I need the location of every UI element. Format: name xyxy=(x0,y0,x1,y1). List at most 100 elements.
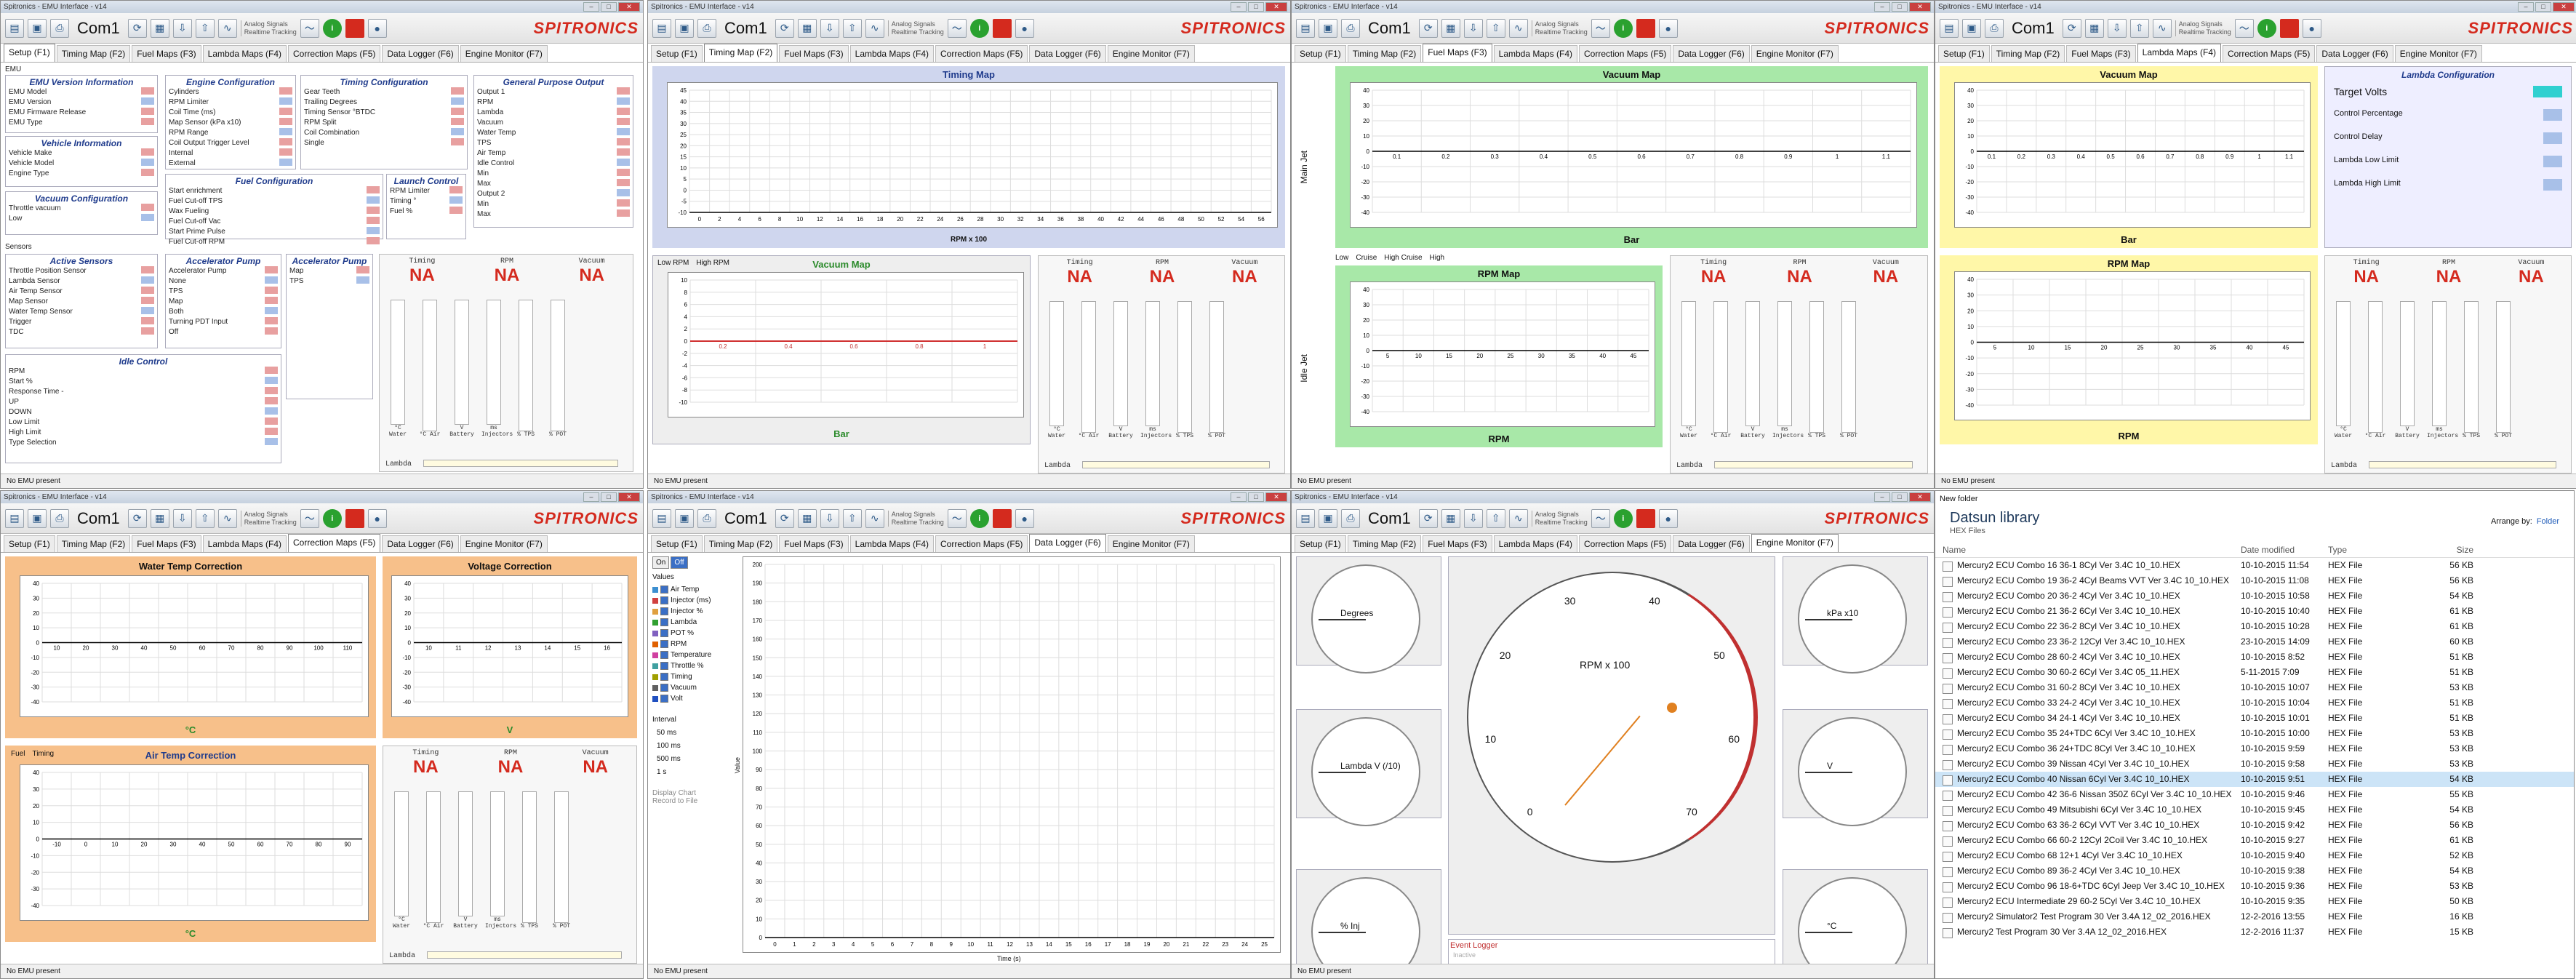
gpo-config-field[interactable] xyxy=(617,87,630,95)
timing-config-field[interactable] xyxy=(451,108,464,115)
file-row[interactable]: Mercury2 ECU Combo 89 36-2 4Cyl Ver 3.4C… xyxy=(1935,863,2574,879)
idle-control-field[interactable] xyxy=(265,438,278,445)
download-icon[interactable]: ⇩ xyxy=(1463,18,1483,38)
interval-radio[interactable]: 50 ms xyxy=(652,727,732,740)
column-header[interactable]: Type xyxy=(2328,543,2415,557)
folder-icon[interactable]: ▤ xyxy=(5,508,24,528)
save-icon[interactable]: ▣ xyxy=(1319,508,1337,528)
maximize-button[interactable]: □ xyxy=(601,492,617,502)
value-checkbox[interactable] xyxy=(660,618,668,626)
tab-3[interactable]: Fuel Maps (F3) xyxy=(779,535,849,552)
start-button[interactable]: i xyxy=(1613,508,1633,528)
tab-2[interactable]: Timing Map (F2) xyxy=(703,44,778,62)
file-row[interactable]: Mercury2 ECU Combo 68 12+1 4Cyl Ver 3.4C… xyxy=(1935,848,2574,863)
upload-icon[interactable]: ⇧ xyxy=(1486,18,1505,38)
print-icon[interactable]: ⎙ xyxy=(697,508,716,528)
minimize-button[interactable]: – xyxy=(583,492,599,502)
tab-2[interactable]: Timing Map (F2) xyxy=(1347,45,1422,62)
download-icon[interactable]: ⇩ xyxy=(820,18,839,38)
graph-icon[interactable]: ∿ xyxy=(2152,18,2172,38)
wave-icon[interactable]: 〜 xyxy=(300,18,319,38)
engine-config-field[interactable] xyxy=(279,128,292,135)
tab-6[interactable]: Data Logger (F6) xyxy=(2316,45,2393,62)
record-icon[interactable]: ● xyxy=(1015,508,1034,528)
folder-icon[interactable]: ▤ xyxy=(652,18,671,38)
active-sensors-field[interactable] xyxy=(141,297,154,304)
maximize-button[interactable]: □ xyxy=(2535,2,2551,12)
file-row[interactable]: Mercury2 ECU Combo 16 36-1 8Cyl Ver 3.4C… xyxy=(1935,558,2574,573)
value-checkbox[interactable] xyxy=(660,695,668,703)
tab-3[interactable]: Fuel Maps (F3) xyxy=(2066,45,2136,62)
tab-3[interactable]: Fuel Maps (F3) xyxy=(132,535,201,552)
tab-3[interactable]: Fuel Maps (F3) xyxy=(779,45,849,62)
stop-button[interactable] xyxy=(992,508,1012,528)
wave-icon[interactable]: 〜 xyxy=(947,508,967,528)
com-port-select[interactable]: Com1 xyxy=(2007,19,2059,38)
com-port-select[interactable]: Com1 xyxy=(1364,19,1415,38)
file-row[interactable]: Mercury2 ECU Combo 96 18-6+TDC 6Cyl Jeep… xyxy=(1935,879,2574,894)
close-button[interactable]: ✕ xyxy=(2553,2,2575,12)
close-button[interactable]: ✕ xyxy=(1909,2,1931,12)
idle-control-field[interactable] xyxy=(265,367,278,374)
gpo-config-field[interactable] xyxy=(617,199,630,207)
value-checkbox[interactable] xyxy=(660,629,668,637)
tab-1[interactable]: Setup (F1) xyxy=(4,44,55,62)
connect-icon[interactable]: ⟳ xyxy=(775,18,794,38)
launch-control-field[interactable] xyxy=(449,196,463,204)
timing-config-field[interactable] xyxy=(451,128,464,135)
fuel-mode-radio[interactable]: Low xyxy=(1335,254,1348,262)
graph-icon[interactable]: ∿ xyxy=(865,18,884,38)
close-button[interactable]: ✕ xyxy=(618,492,640,502)
accel-pump-field[interactable] xyxy=(356,276,369,284)
connect-icon[interactable]: ⟳ xyxy=(1418,508,1438,528)
stop-button[interactable] xyxy=(1636,18,1655,38)
idle-control-field[interactable] xyxy=(265,428,278,435)
fuel-mode-radio[interactable]: High Cruise xyxy=(1384,254,1422,262)
close-button[interactable]: ✕ xyxy=(1909,492,1931,502)
accelerator-pump-input-field[interactable] xyxy=(265,297,278,304)
off-button[interactable]: Off xyxy=(671,556,688,569)
value-checkbox-row[interactable]: Injector % xyxy=(652,606,732,617)
folder-icon[interactable]: ▤ xyxy=(1296,508,1315,528)
tab-7[interactable]: Engine Monitor (F7) xyxy=(460,535,548,552)
gpo-config-field[interactable] xyxy=(617,108,630,115)
tab-2[interactable]: Timing Map (F2) xyxy=(56,45,131,62)
interval-radio[interactable]: 500 ms xyxy=(652,753,732,766)
wave-icon[interactable]: 〜 xyxy=(300,508,319,528)
print-icon[interactable]: ⎙ xyxy=(50,508,69,528)
file-row[interactable]: Mercury2 ECU Combo 21 36-2 6Cyl Ver 3.4C… xyxy=(1935,604,2574,619)
value-checkbox[interactable] xyxy=(660,607,668,615)
active-sensors-field[interactable] xyxy=(141,276,154,284)
start-button[interactable]: i xyxy=(969,508,989,528)
engine-config-field[interactable] xyxy=(279,97,292,105)
close-button[interactable]: ✕ xyxy=(1265,2,1287,12)
minimize-button[interactable]: – xyxy=(1231,492,1247,502)
stop-button[interactable] xyxy=(345,18,364,38)
value-checkbox[interactable] xyxy=(660,586,668,594)
upload-icon[interactable]: ⇧ xyxy=(1486,508,1505,528)
connect-icon[interactable]: ⟳ xyxy=(775,508,794,528)
record-icon[interactable]: ● xyxy=(2302,18,2321,38)
value-checkbox-row[interactable]: POT % xyxy=(652,628,732,639)
save-icon[interactable]: ▣ xyxy=(28,508,47,528)
print-icon[interactable]: ⎙ xyxy=(1341,508,1360,528)
launch-control-field[interactable] xyxy=(449,186,463,193)
engine-config-field[interactable] xyxy=(279,159,292,166)
print-icon[interactable]: ⎙ xyxy=(697,18,716,38)
tab-1[interactable]: Setup (F1) xyxy=(651,535,703,552)
file-row[interactable]: Mercury2 ECU Combo 49 Mitsubishi 6Cyl Ve… xyxy=(1935,802,2574,818)
value-checkbox-row[interactable]: Lambda xyxy=(652,617,732,628)
com-port-select[interactable]: Com1 xyxy=(73,19,124,38)
timing-config-field[interactable] xyxy=(451,138,464,145)
arrange-value[interactable]: Folder xyxy=(2537,517,2559,526)
gpo-config-field[interactable] xyxy=(617,138,630,145)
wave-icon[interactable]: 〜 xyxy=(1591,508,1610,528)
value-checkbox[interactable] xyxy=(660,651,668,659)
file-row[interactable]: Mercury2 ECU Combo 33 24-2 4Cyl Ver 3.4C… xyxy=(1935,695,2574,711)
com-port-select[interactable]: Com1 xyxy=(73,509,124,528)
file-row[interactable]: Mercury2 ECU Combo 23 36-2 12Cyl Ver 3.4… xyxy=(1935,634,2574,650)
maximize-button[interactable]: □ xyxy=(601,2,617,12)
graph-icon[interactable]: ∿ xyxy=(217,18,237,38)
value-checkbox-row[interactable]: Vacuum xyxy=(652,682,732,693)
value-checkbox[interactable] xyxy=(660,673,668,681)
